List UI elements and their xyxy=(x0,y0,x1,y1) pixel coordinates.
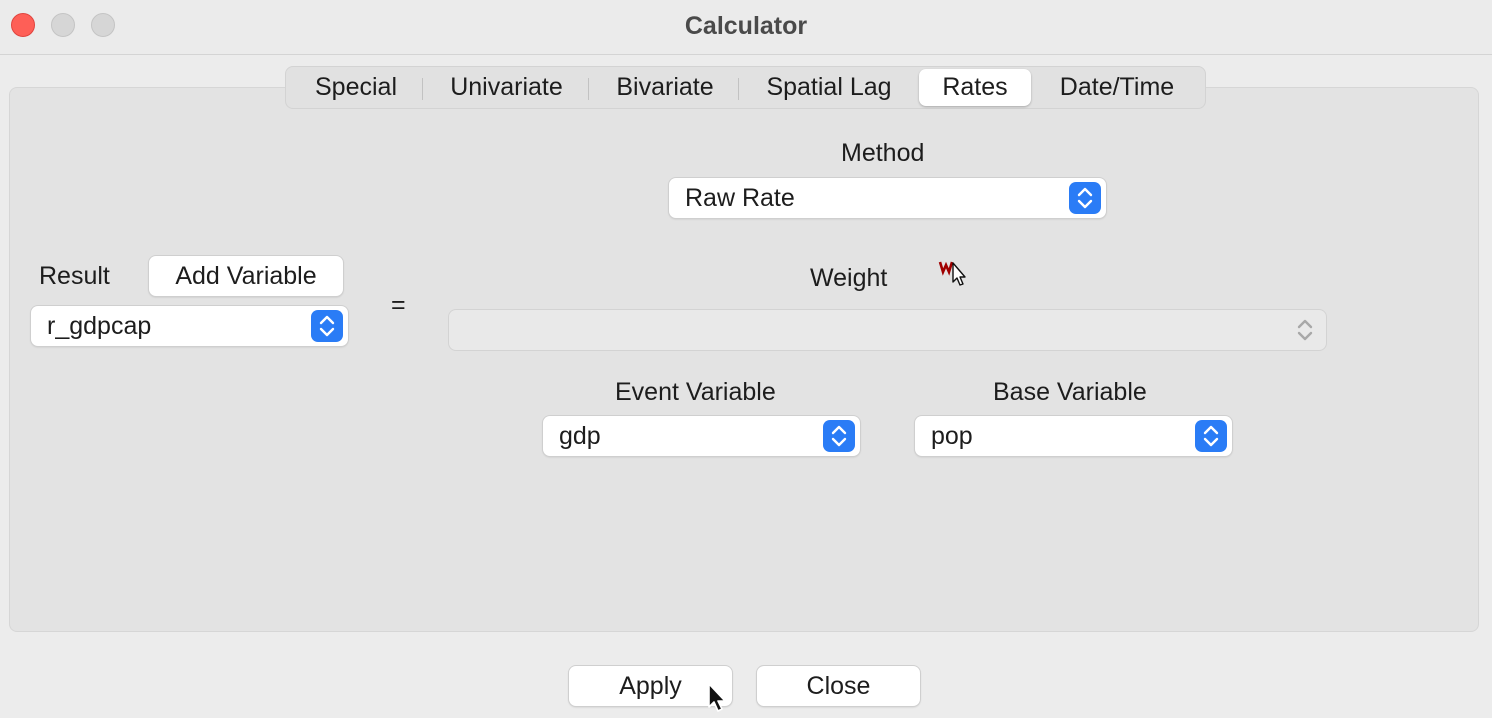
tab-bar: Special Univariate Bivariate Spatial Lag… xyxy=(285,66,1206,109)
method-label: Method xyxy=(841,139,925,167)
close-button[interactable]: Close xyxy=(757,666,920,706)
tab-special[interactable]: Special xyxy=(294,69,418,106)
event-variable-value: gdp xyxy=(559,422,601,450)
tab-separator xyxy=(422,78,423,100)
result-variable-select[interactable]: r_gdpcap xyxy=(31,306,348,346)
equals-sign: = xyxy=(391,291,406,319)
result-variable-value: r_gdpcap xyxy=(47,312,152,340)
weights-icon[interactable] xyxy=(938,259,974,291)
weight-label: Weight xyxy=(810,264,888,292)
base-variable-label: Base Variable xyxy=(993,378,1147,406)
event-variable-select[interactable]: gdp xyxy=(543,416,860,456)
chevron-updown-icon xyxy=(823,420,855,452)
add-variable-button[interactable]: Add Variable xyxy=(149,256,343,296)
tab-spatial-lag[interactable]: Spatial Lag xyxy=(744,69,914,106)
chevron-updown-icon xyxy=(1069,182,1101,214)
tab-separator xyxy=(588,78,589,100)
base-variable-value: pop xyxy=(931,422,973,450)
weight-select[interactable] xyxy=(449,310,1326,350)
chevron-updown-icon xyxy=(1195,420,1227,452)
base-variable-select[interactable]: pop xyxy=(915,416,1232,456)
title-bar: Calculator xyxy=(0,0,1492,55)
result-label: Result xyxy=(39,262,110,290)
event-variable-label: Event Variable xyxy=(615,378,776,406)
tab-univariate[interactable]: Univariate xyxy=(428,69,585,106)
window-title: Calculator xyxy=(684,12,808,40)
chevron-updown-icon xyxy=(311,310,343,342)
tab-separator xyxy=(738,78,739,100)
method-select-value: Raw Rate xyxy=(685,184,795,212)
cursor-icon xyxy=(707,683,731,713)
tab-bivariate[interactable]: Bivariate xyxy=(594,69,736,106)
method-select[interactable]: Raw Rate xyxy=(669,178,1106,218)
tab-content-panel xyxy=(9,87,1479,632)
tab-date-time[interactable]: Date/Time xyxy=(1038,69,1196,106)
chevron-updown-icon xyxy=(1289,314,1321,346)
tab-rates[interactable]: Rates xyxy=(919,69,1031,106)
